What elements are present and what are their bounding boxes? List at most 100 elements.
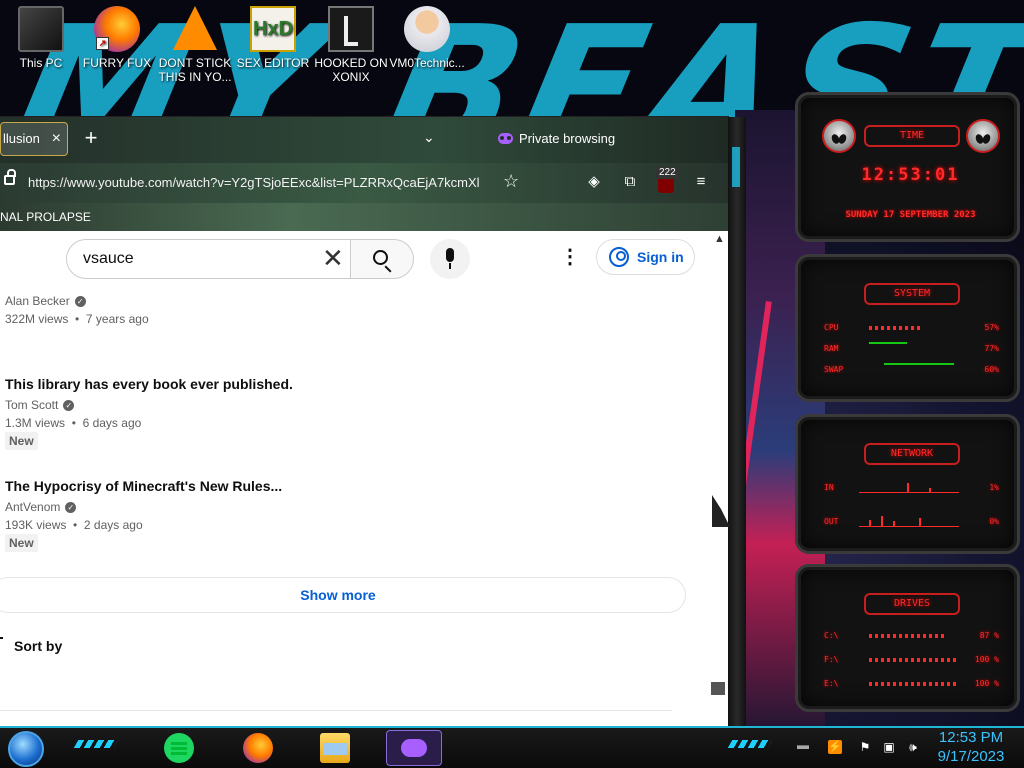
list-all-tabs-button[interactable]: ⌄ bbox=[423, 129, 435, 146]
video-title[interactable]: This library has every book ever publish… bbox=[5, 376, 293, 392]
lock-icon[interactable] bbox=[4, 169, 16, 185]
show-more-button[interactable]: Show more bbox=[0, 577, 686, 613]
desktop-icon-label: VM0Technic... bbox=[389, 56, 465, 70]
search-input[interactable]: vsauce bbox=[66, 239, 352, 279]
drive-e-label: E:\ bbox=[824, 679, 839, 688]
voice-search-button[interactable] bbox=[430, 239, 470, 279]
tab-title: llusion bbox=[3, 131, 40, 146]
desktop-icon-label: DONT STICK THIS IN YO... bbox=[158, 56, 232, 84]
video-age: 6 days ago bbox=[82, 416, 142, 430]
navigation-bar: https://www.youtube.com/watch?v=Y2gTSjoE… bbox=[0, 163, 728, 203]
sort-by-button[interactable]: Sort by bbox=[14, 638, 62, 654]
flag-icon[interactable]: ⚑ bbox=[858, 740, 872, 754]
vlc-icon bbox=[173, 6, 217, 50]
hamburger-menu-icon[interactable]: ≡ bbox=[692, 173, 710, 191]
show-hidden-icon[interactable]: ▬ bbox=[792, 738, 814, 752]
extensions-icon[interactable]: ⧉ bbox=[621, 173, 639, 191]
video-channel[interactable]: Alan Becker bbox=[5, 294, 70, 308]
ram-graph-line bbox=[869, 342, 907, 344]
cpu-label: CPU bbox=[824, 323, 839, 332]
spotify-icon[interactable] bbox=[164, 733, 194, 763]
clear-search-icon[interactable]: ✕ bbox=[322, 243, 344, 273]
hdd-icon[interactable]: ⚡ bbox=[828, 740, 842, 754]
ram-row: RAM 77% bbox=[824, 342, 999, 356]
desktop-icon-label: FURRY FUX bbox=[82, 56, 152, 70]
taskbar-decoration bbox=[73, 740, 119, 748]
swap-row: SWAP 60% bbox=[824, 363, 999, 377]
drives-widget: DRIVES C:\ 87 % F:\ 100 % E:\ 100 % bbox=[795, 564, 1020, 712]
cpu-bar bbox=[869, 326, 920, 330]
desktop-icon-this-pc[interactable]: This PC bbox=[2, 6, 80, 70]
video-channel[interactable]: Tom Scott bbox=[5, 398, 58, 412]
video-age: 2 days ago bbox=[83, 518, 143, 532]
mouse-cursor-icon bbox=[712, 495, 730, 527]
drive-f-percent: 100 % bbox=[974, 655, 999, 664]
network-widget-title: NETWORK bbox=[864, 443, 960, 465]
swap-label: SWAP bbox=[824, 365, 844, 374]
verified-icon: ✓ bbox=[63, 399, 75, 411]
video-views: 322M views bbox=[5, 312, 69, 326]
cpu-percent: 57% bbox=[984, 323, 999, 332]
video-item[interactable]: Alan Becker ✓ 322M views • 7 years ago bbox=[5, 294, 149, 326]
desktop-icon-sex-editor[interactable]: HxD SEX EDITOR bbox=[234, 6, 312, 70]
firefox-private-icon[interactable] bbox=[386, 730, 442, 766]
start-button[interactable] bbox=[8, 731, 44, 767]
taskbar-date[interactable]: 9/17/2023 bbox=[930, 748, 1012, 766]
search-button[interactable] bbox=[350, 239, 414, 279]
tab-close-icon[interactable]: × bbox=[52, 123, 61, 155]
tab-active[interactable]: llusion × bbox=[0, 122, 68, 156]
taskbar-decoration bbox=[727, 740, 773, 748]
volume-icon[interactable]: 🕪 bbox=[906, 740, 920, 754]
desktop-icon-hooked-on-xonix[interactable]: HOOKED ON XONIX bbox=[312, 6, 390, 84]
network-icon[interactable]: ▣ bbox=[882, 740, 896, 754]
taskbar-time[interactable]: 12:53 PM bbox=[930, 729, 1012, 747]
ram-percent: 77% bbox=[984, 344, 999, 353]
video-channel[interactable]: AntVenom bbox=[5, 500, 60, 514]
drive-f-row: F:\ 100 % bbox=[824, 653, 999, 667]
system-widget: SYSTEM CPU 57% RAM 77% SWAP 60% bbox=[795, 254, 1020, 402]
bookmark-star-icon[interactable]: ☆ bbox=[503, 171, 519, 192]
firefox-window: llusion × + ⌄ Private browsing https://w… bbox=[0, 117, 728, 726]
computer-icon bbox=[18, 6, 64, 52]
more-options-icon[interactable]: ⋮ bbox=[560, 247, 580, 267]
swap-graph-line bbox=[884, 363, 954, 365]
ublock-icon[interactable] bbox=[658, 177, 674, 193]
private-mask-icon bbox=[498, 133, 513, 144]
firefox-icon[interactable] bbox=[243, 733, 273, 763]
sign-in-button[interactable]: Sign in bbox=[596, 239, 695, 275]
divider bbox=[0, 710, 672, 711]
desktop-icon-vm0technic[interactable]: VM0Technic... bbox=[388, 6, 466, 70]
scroll-up-arrow-icon[interactable]: ▲ bbox=[714, 233, 725, 245]
new-badge: New bbox=[5, 534, 38, 552]
youtube-page: vsauce ✕ ⋮ Sign in Alan Becker ✓ 322M vie… bbox=[0, 231, 728, 726]
sign-in-label: Sign in bbox=[637, 249, 684, 265]
net-in-row: IN 1% bbox=[824, 481, 999, 495]
net-out-label: OUT bbox=[824, 517, 839, 526]
drives-widget-title: DRIVES bbox=[864, 593, 960, 615]
pocket-icon[interactable]: ◈ bbox=[585, 173, 603, 191]
time-widget: TIME 12:53:01 SUNDAY 17 SEPTEMBER 2023 bbox=[795, 92, 1020, 242]
private-browsing-label: Private browsing bbox=[519, 131, 616, 146]
private-browsing-indicator: Private browsing bbox=[498, 131, 615, 146]
video-item[interactable]: The Hypocrisy of Minecraft's New Rules..… bbox=[5, 478, 282, 552]
video-title[interactable]: The Hypocrisy of Minecraft's New Rules..… bbox=[5, 478, 282, 494]
drive-c-row: C:\ 87 % bbox=[824, 629, 999, 643]
game-icon bbox=[328, 6, 374, 52]
drive-c-label: C:\ bbox=[824, 631, 839, 640]
alien-head-icon bbox=[966, 119, 1000, 153]
time-widget-title: TIME bbox=[864, 125, 960, 147]
bookmark-item[interactable]: NAL PROLAPSE bbox=[0, 210, 91, 224]
desktop-icon-furry-fux[interactable]: ↗ FURRY FUX bbox=[78, 6, 156, 70]
file-explorer-icon[interactable] bbox=[320, 733, 350, 763]
extension-badge: 222 bbox=[656, 167, 679, 179]
drive-f-label: F:\ bbox=[824, 655, 839, 664]
drive-e-bar bbox=[869, 682, 959, 686]
desktop-icon-label: This PC bbox=[19, 56, 63, 70]
scrollbar-thumb[interactable] bbox=[711, 682, 725, 695]
swap-percent: 60% bbox=[984, 365, 999, 374]
desktop-icon-vlc[interactable]: DONT STICK THIS IN YO... bbox=[156, 6, 234, 84]
new-tab-button[interactable]: + bbox=[80, 125, 102, 151]
video-age: 7 years ago bbox=[85, 312, 149, 326]
url-bar[interactable]: https://www.youtube.com/watch?v=Y2gTSjoE… bbox=[28, 175, 498, 190]
video-item[interactable]: This library has every book ever publish… bbox=[5, 376, 293, 450]
